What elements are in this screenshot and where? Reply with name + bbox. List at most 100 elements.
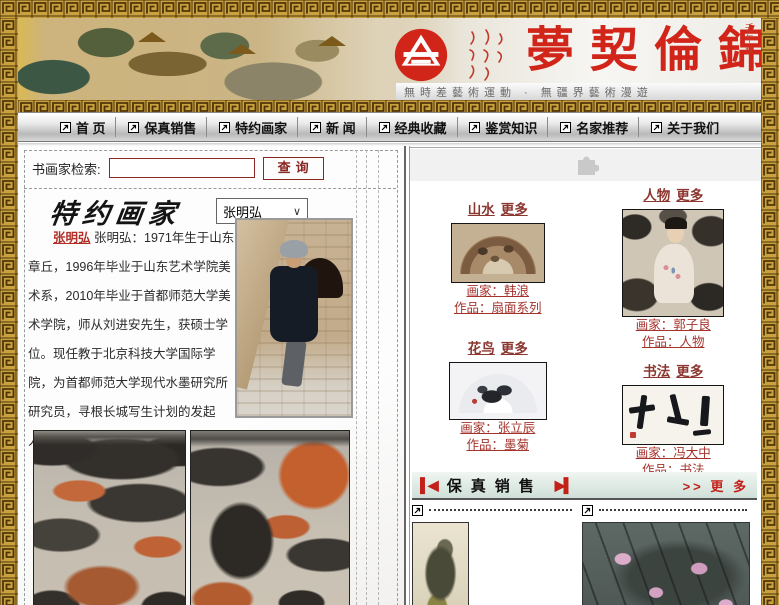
dashed-vertical-line [378,150,379,605]
fan-painting-shape [458,374,537,413]
sales-more-link[interactable]: >> 更 多 [683,476,749,495]
flower-bird-fan-thumbnail[interactable] [448,362,547,420]
left-column: 书画家检索: 查询 特约画家 张明弘 ∨ 张明弘 张明弘：1971年生于山东章丘… [18,146,404,605]
inscription-calligraphy [469,29,503,81]
landscape-work-link[interactable]: 作品：扇面系列 [454,300,542,317]
section-figures: 人物 更多 画家：郭子良 作品：人物 [622,184,725,351]
dashed-separator [24,188,396,189]
artist-bio: 张明弘 张明弘：1971年生于山东章丘，1996年毕业于山东艺术学院美术系，20… [28,224,240,456]
border-left-meander [0,18,18,605]
photo-figure-hat [280,240,308,258]
section-landscape-heading[interactable]: 山水 更多 [468,198,528,218]
flower-bird-work-link[interactable]: 作品：墨菊 [466,437,529,454]
figure-painting-thumbnail[interactable] [622,209,725,317]
artwork-thumbnail-ink-landscape-2[interactable] [190,430,350,605]
grid-column-right: 人物 更多 画家：郭子良 作品：人物 书法 更多 画家：冯大中 作品：书法 [586,184,762,479]
nav-label: 经典收藏 [394,120,447,136]
site-title-seal-script: 夢契倫錦 [526,22,761,78]
fan-painting-shape [459,236,536,274]
border-right-meander [761,18,779,605]
section-title: 山水 [467,202,495,217]
nav-item-appreciation-knowledge[interactable]: 鉴赏知识 [459,117,549,137]
search-button[interactable]: 查询 [262,156,324,180]
nav-item-authentic-sales[interactable]: 保真销售 [118,117,208,137]
figures-artist-link[interactable]: 画家：郭子良 [636,317,711,334]
link-arrow-icon [59,121,71,133]
link-arrow-icon [219,121,231,133]
red-bracket-right-icon: ▶▌ [554,476,574,493]
artwork-thumbnail-ink-landscape-1[interactable] [33,430,186,605]
section-title: 书法 [643,364,671,379]
section-calligraphy-heading[interactable]: 书法 更多 [643,360,703,380]
link-arrow-icon [378,121,390,133]
calligraphy-thumbnail[interactable] [622,385,725,445]
nav-label: 新 闻 [326,120,356,136]
nav-label: 特约画家 [235,120,288,136]
nav-label: 保真销售 [144,120,197,136]
sales-product-2 [582,504,757,605]
banner-bottom-meander [18,100,761,112]
link-arrow-icon [412,504,423,516]
right-column: 山水 更多 画家：韩浪 作品：扇面系列 花鸟 更多 画家：张立辰 作品：墨菊 人物更 [410,146,761,605]
right-column-top-rule [410,147,761,148]
brush-stroke [693,429,712,436]
dotted-leader [429,509,572,511]
site-slogan: 無時差藝術運動 · 無疆界藝術漫遊 [404,86,653,99]
banner-roof-shape [138,32,166,42]
more-link[interactable]: 更多 [676,364,703,379]
nav-item-recommended-masters[interactable]: 名家推荐 [550,117,640,137]
sale-artwork-thumbnail-1[interactable] [412,522,469,605]
more-link[interactable]: 更多 [676,188,703,203]
chevron-down-icon: ∨ [292,205,301,218]
brush-stroke [700,395,711,427]
page: 夢契倫錦 壬午秋 無時差藝術運動 · 無疆界藝術漫遊 首 页 保真销售 特约画家… [0,0,779,605]
nav-item-home[interactable]: 首 页 [50,117,117,137]
link-arrow-icon [469,121,481,133]
section-figures-heading[interactable]: 人物 更多 [643,184,703,204]
more-link[interactable]: 更多 [501,341,528,356]
figure-robe [654,243,695,304]
nav-label: 名家推荐 [576,120,629,136]
link-arrow-icon [582,504,593,516]
nav-label: 首 页 [75,120,106,136]
dashed-vertical-line [356,150,357,605]
nav-item-about-us[interactable]: 关于我们 [641,117,729,137]
section-calligraphy: 书法 更多 画家：冯大中 作品：书法 [622,360,725,479]
nav-item-classic-collection[interactable]: 经典收藏 [369,117,458,137]
section-landscape: 山水 更多 画家：韩浪 作品：扇面系列 [450,198,545,317]
authentic-sales-title: 保真销售 [446,477,543,495]
site-logo-seal[interactable] [390,23,452,85]
landscape-artist-link[interactable]: 画家：韩浪 [466,283,529,300]
border-top-meander [0,0,779,18]
red-bracket-left-icon: ▌◀ [420,476,439,493]
nav-item-news[interactable]: 新 闻 [300,117,367,137]
link-arrow-icon [310,121,322,133]
dotted-leader [599,509,747,511]
slogan-bar: 無時差藝術運動 · 無疆界藝術漫遊 [396,83,761,100]
nav-item-featured-artists[interactable]: 特约画家 [209,117,299,137]
banner-roof-shape [228,44,256,54]
main-nav: 首 页 保真销售 特约画家 新 闻 经典收藏 鉴赏知识 名家推荐 关于我们 [18,112,761,142]
product-header [412,504,582,516]
content-area: 书画家检索: 查询 特约画家 张明弘 ∨ 张明弘 张明弘：1971年生于山东章丘… [18,146,761,605]
section-flower-bird: 花鸟 更多 画家：张立辰 作品：墨菊 [448,337,547,454]
sale-artwork-thumbnail-2[interactable] [582,522,750,605]
product-header [582,504,757,516]
link-arrow-icon [560,121,572,133]
artist-search-bar: 书画家检索: 查询 [32,156,324,180]
category-grid: 山水 更多 画家：韩浪 作品：扇面系列 花鸟 更多 画家：张立辰 作品：墨菊 人物更 [410,184,761,479]
more-link[interactable]: 更多 [501,202,528,217]
link-arrow-icon [128,121,140,133]
calligraphy-artist-link[interactable]: 画家：冯大中 [636,445,711,462]
search-input[interactable] [108,158,255,178]
dashed-vertical-line [366,150,367,605]
search-label: 书画家检索: [32,161,101,177]
landscape-fan-thumbnail[interactable] [450,223,545,283]
flower-bird-artist-link[interactable]: 画家：张立辰 [460,420,535,437]
artist-name-link[interactable]: 张明弘 [53,231,91,245]
puzzle-piece-icon [577,156,599,175]
grid-column-left: 山水 更多 画家：韩浪 作品：扇面系列 花鸟 更多 画家：张立辰 作品：墨菊 [410,184,586,479]
figure-hair [665,217,688,230]
section-flower-bird-heading[interactable]: 花鸟 更多 [468,337,528,357]
figures-work-link[interactable]: 作品：人物 [642,334,705,351]
